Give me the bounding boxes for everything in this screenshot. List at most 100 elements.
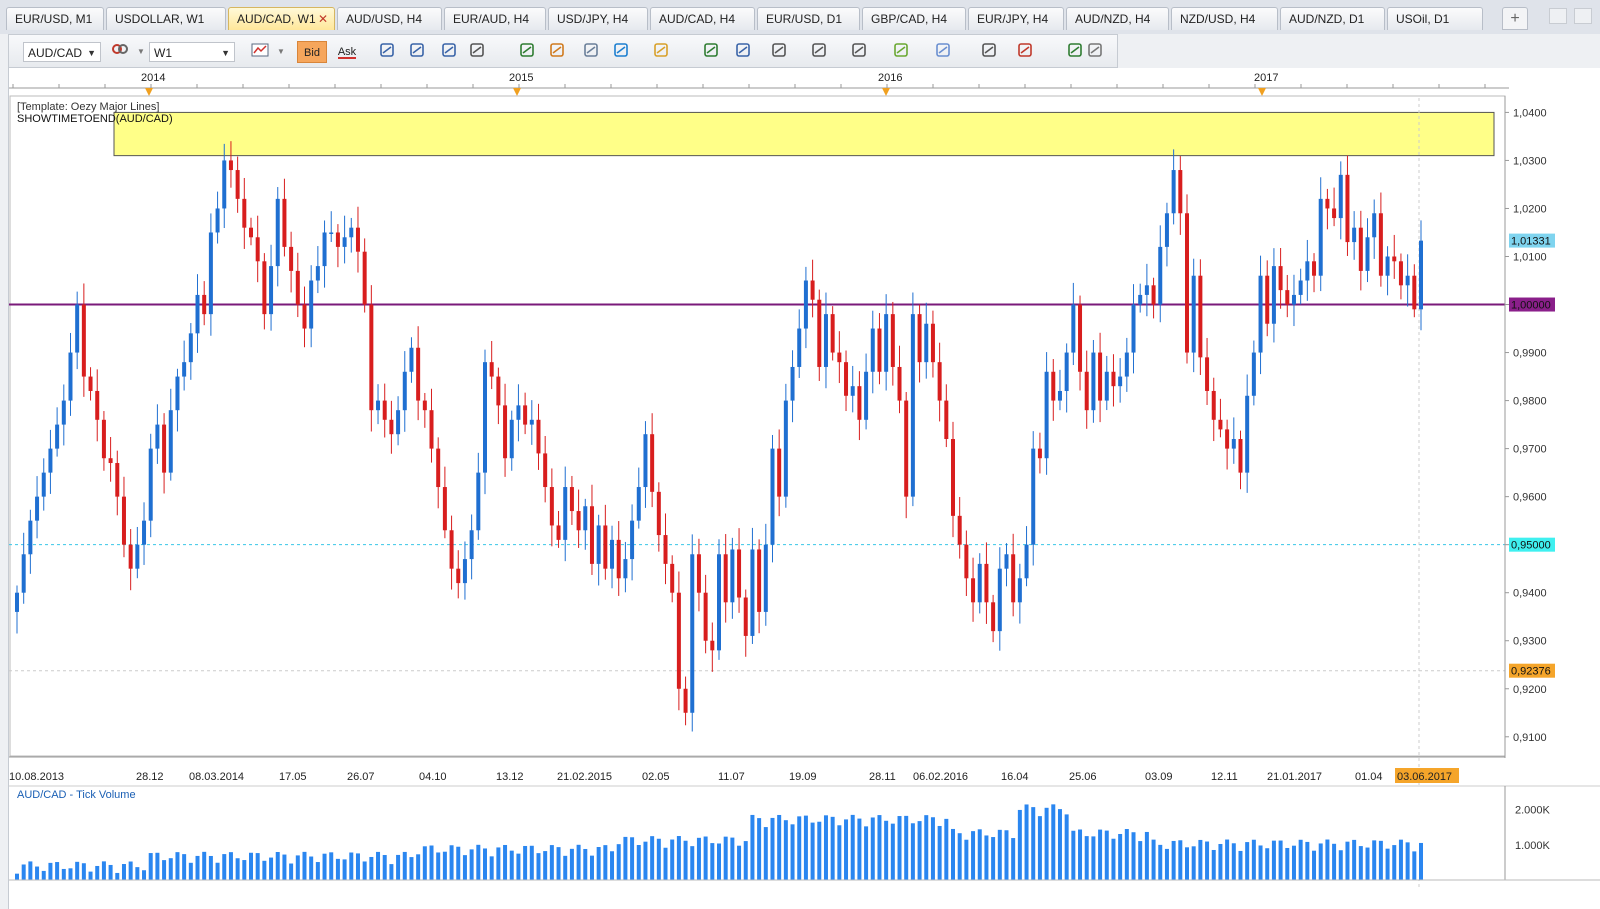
candle[interactable] [1305,261,1310,281]
candle[interactable] [208,232,213,315]
candle[interactable] [1191,275,1196,353]
candle[interactable] [797,328,802,367]
add-tab-button[interactable]: + [1502,7,1528,30]
candle[interactable] [830,314,835,353]
candle[interactable] [362,251,367,305]
globe-icon[interactable] [613,42,633,62]
candle[interactable] [1078,304,1083,372]
candle[interactable] [1024,544,1029,579]
candle[interactable] [650,434,655,492]
candle[interactable] [1231,439,1236,449]
candle[interactable] [536,419,541,454]
candle[interactable] [1151,285,1156,305]
candle[interactable] [817,299,822,367]
candle[interactable] [1238,439,1243,473]
chevron-down-icon[interactable]: ▼ [137,47,145,56]
candle[interactable] [376,400,381,411]
candle[interactable] [322,232,327,267]
tab-usd-jpy-h4[interactable]: USD/JPY, H4 [548,7,648,30]
candle[interactable] [342,237,347,247]
candle[interactable] [462,559,467,584]
tab-usdollar-w1[interactable]: USDOLLAR, W1 [106,7,226,30]
candle[interactable] [850,386,855,396]
eraser-icon[interactable] [1017,42,1037,62]
candle[interactable] [1258,275,1263,353]
candle[interactable] [757,549,762,612]
ruler-icon[interactable] [653,42,673,62]
candle[interactable] [951,439,955,516]
candle[interactable] [1365,237,1370,271]
candle[interactable] [904,400,909,497]
tab-aud-nzd-d1[interactable]: AUD/NZD, D1 [1280,7,1385,30]
candle[interactable] [202,294,207,315]
candle[interactable] [636,487,641,521]
text-icon[interactable] [981,42,1001,62]
candle[interactable] [289,246,294,271]
candle[interactable] [576,511,581,531]
tree-icon[interactable] [1067,42,1087,62]
candle[interactable] [81,304,86,377]
candle[interactable] [315,266,320,281]
draw-line-icon[interactable] [771,42,791,62]
candle[interactable] [1265,275,1270,324]
candle[interactable] [1044,371,1049,459]
zoom-in-icon[interactable] [379,42,399,62]
candle[interactable] [864,371,869,420]
candle[interactable] [1278,266,1283,291]
chart-area[interactable]: 2014 2015 2016 2017 [Template: Oezy Major Li… [8,68,1600,909]
candle[interactable] [1298,280,1303,295]
candle[interactable] [275,198,280,267]
candle[interactable] [643,434,648,488]
restore-window-button[interactable] [1548,8,1567,24]
candle[interactable] [723,554,728,603]
candle[interactable] [148,448,153,521]
candle[interactable] [369,304,374,411]
candle[interactable] [516,405,521,420]
candle[interactable] [1358,227,1363,271]
candle[interactable] [977,563,982,603]
candle[interactable] [696,554,701,593]
candle[interactable] [1352,227,1357,243]
candle[interactable] [743,597,748,636]
candle[interactable] [456,568,461,584]
candle[interactable] [235,170,240,199]
candle[interactable] [135,544,140,569]
candle[interactable] [269,266,274,315]
candle[interactable] [416,347,421,401]
candle[interactable] [616,539,621,579]
candle[interactable] [1338,174,1343,219]
candle[interactable] [777,448,782,497]
candle[interactable] [476,472,481,531]
candle[interactable] [924,323,929,363]
candle[interactable] [496,376,501,406]
candle[interactable] [1031,448,1036,545]
pen-icon[interactable] [851,42,871,62]
candle[interactable] [1037,448,1042,459]
candle[interactable] [1318,198,1323,276]
candle[interactable] [857,386,862,420]
candle[interactable] [108,458,113,464]
candle[interactable] [75,304,80,353]
candle[interactable] [1104,371,1109,401]
candle[interactable] [1225,429,1230,449]
candle[interactable] [703,592,708,641]
candle[interactable] [309,280,314,329]
candle[interactable] [228,160,233,171]
symbol-select[interactable]: AUD/CAD ▼ [23,42,101,62]
window-icon[interactable] [735,42,755,62]
candle[interactable] [1419,240,1423,310]
tab-aud-cad-h4[interactable]: AUD/CAD, H4 [650,7,755,30]
picture-icon[interactable] [703,42,723,62]
candle[interactable] [28,520,33,555]
candle[interactable] [1332,208,1337,219]
ellipse-icon[interactable] [935,42,955,62]
candle[interactable] [549,487,554,526]
candle[interactable] [790,366,795,401]
candle[interactable] [469,530,474,560]
candle[interactable] [957,515,962,545]
candle[interactable] [302,304,307,329]
candle[interactable] [215,208,220,233]
scroll-icon[interactable] [441,42,461,62]
candle[interactable] [242,198,247,228]
candle[interactable] [930,323,935,363]
